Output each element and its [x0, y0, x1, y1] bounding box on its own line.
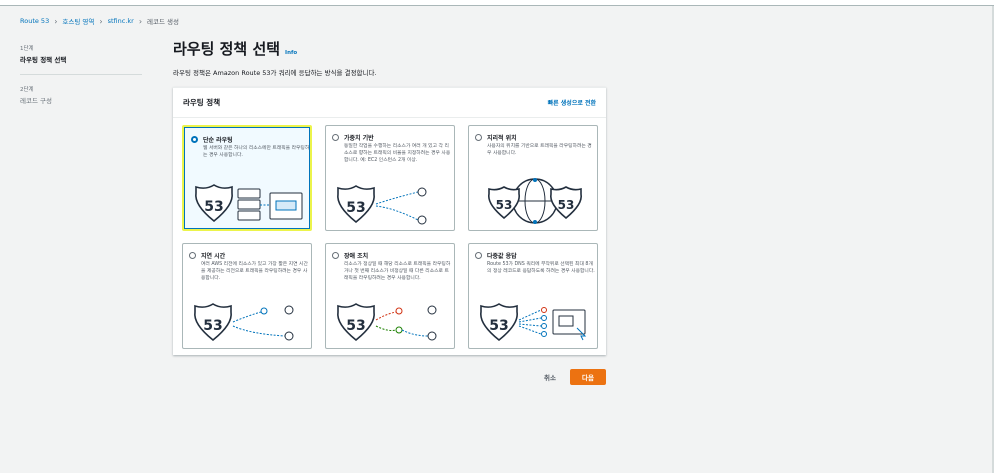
policy-name: 다중값 응답 [487, 253, 517, 260]
geolocation-illustration: 53 53 [487, 178, 583, 224]
radio-button[interactable] [332, 134, 339, 141]
policy-name: 장애 조치 [344, 253, 369, 260]
badge-text: 53 [346, 200, 365, 216]
policy-card-multivalue[interactable]: 다중값 응답 Route 53가 DNS 쿼리에 무작위로 선택된 최대 8개의… [468, 243, 598, 349]
badge-text: 53 [558, 198, 575, 212]
panel-title: 라우팅 정책 [183, 98, 221, 107]
policy-description: 리소스가 정상일 때 해당 리소스로 트래픽을 라우팅하거나 첫 번째 리소스가… [344, 262, 451, 281]
page-description: 라우팅 정책은 Amazon Route 53가 쿼리에 응답하는 방식을 결정… [173, 69, 377, 77]
chevron-right-icon: › [54, 16, 58, 26]
chevron-right-icon: › [99, 16, 103, 26]
policy-card-geolocation[interactable]: 지리적 위치 사용자의 위치를 기반으로 트래픽을 라우팅하려는 경우 사용합니… [468, 125, 598, 231]
radio-button[interactable] [475, 252, 482, 259]
wizard-footer: 취소 다음 [0, 369, 606, 385]
page-title: 라우팅 정책 선택 Info [173, 38, 297, 59]
weighted-routing-illustration: 53 [337, 185, 427, 225]
policy-description: 여러 AWS 리전에 리소스가 있고 가장 짧은 지연 시간을 제공하는 리전으… [201, 262, 308, 281]
radio-button[interactable] [475, 134, 482, 141]
policy-card-latency[interactable]: 지연 시간 여러 AWS 리전에 리소스가 있고 가장 짧은 지연 시간을 제공… [182, 243, 312, 349]
policy-name: 단순 라우팅 [203, 137, 233, 144]
badge-text: 53 [204, 199, 223, 215]
step-number: 1단계 [20, 46, 34, 52]
policy-description: 동일한 작업을 수행하는 리소스가 여러 개 있고 각 리소스로 향하는 트래픽… [344, 144, 451, 163]
policy-name: 지리적 위치 [487, 135, 517, 142]
breadcrumb-route53[interactable]: Route 53 [20, 17, 49, 25]
info-link[interactable]: Info [285, 50, 297, 56]
badge-text: 53 [489, 318, 508, 334]
step-number: 2단계 [20, 87, 34, 93]
top-bar [0, 0, 994, 6]
badge-text: 53 [496, 198, 513, 212]
wizard-steps: 1단계 라우팅 정책 선택 2단계 레코드 구성 [20, 44, 142, 121]
multivalue-illustration: 53 [480, 303, 587, 342]
simple-routing-illustration: 53 [195, 184, 303, 223]
panel-header: 라우팅 정책 빠른 생성으로 전환 [173, 88, 606, 118]
policy-card-failover[interactable]: 장애 조치 리소스가 정상일 때 해당 리소스로 트래픽을 라우팅하거나 첫 번… [325, 243, 455, 349]
policy-description: 웹 서버와 같은 하나의 리소스에만 트래픽을 라우팅하는 경우 사용합니다. [203, 146, 310, 158]
breadcrumb-current: 레코드 생성 [147, 18, 179, 26]
breadcrumb-hosted-zones[interactable]: 호스팅 영역 [62, 16, 94, 26]
policy-description: Route 53가 DNS 쿼리에 무작위로 선택된 최대 8개의 정상 레코드… [487, 262, 595, 274]
next-button[interactable]: 다음 [570, 369, 606, 385]
step-label: 레코드 구성 [20, 97, 52, 105]
step-1: 1단계 라우팅 정책 선택 [20, 44, 140, 64]
policy-card-simple[interactable]: 단순 라우팅 웹 서버와 같은 하나의 리소스에만 트래픽을 라우팅하는 경우 … [182, 125, 312, 231]
failover-illustration: 53 [337, 303, 437, 342]
latency-illustration: 53 [194, 303, 294, 342]
policy-name: 가중치 기반 [344, 135, 374, 142]
step-divider [20, 74, 142, 75]
chevron-right-icon: › [138, 16, 143, 26]
badge-text: 53 [346, 318, 365, 334]
breadcrumb-zone[interactable]: stfinc.kr [108, 17, 134, 25]
policy-description: 사용자의 위치를 기반으로 트래픽을 라우팅하려는 경우 사용합니다. [487, 144, 592, 156]
radio-button[interactable] [191, 136, 198, 143]
routing-policy-panel: 라우팅 정책 빠른 생성으로 전환 단순 라우팅 웹 서버와 같은 하나의 리소… [173, 87, 606, 355]
step-2: 2단계 레코드 구성 [20, 85, 140, 105]
badge-text: 53 [203, 318, 222, 334]
quick-create-link[interactable]: 빠른 생성으로 전환 [548, 98, 596, 107]
policy-card-weighted[interactable]: 가중치 기반 동일한 작업을 수행하는 리소스가 여러 개 있고 각 리소스로 … [325, 125, 455, 231]
step-label: 라우팅 정책 선택 [20, 56, 67, 64]
policy-grid: 단순 라우팅 웹 서버와 같은 하나의 리소스에만 트래픽을 라우팅하는 경우 … [182, 125, 598, 349]
radio-button[interactable] [189, 252, 196, 259]
radio-button[interactable] [332, 252, 339, 259]
policy-name: 지연 시간 [201, 253, 226, 260]
breadcrumb: Route 53 › 호스팅 영역 › stfinc.kr › 레코드 생성 [20, 16, 179, 27]
page-title-text: 라우팅 정책 선택 [173, 40, 281, 58]
cancel-button[interactable]: 취소 [544, 372, 556, 382]
